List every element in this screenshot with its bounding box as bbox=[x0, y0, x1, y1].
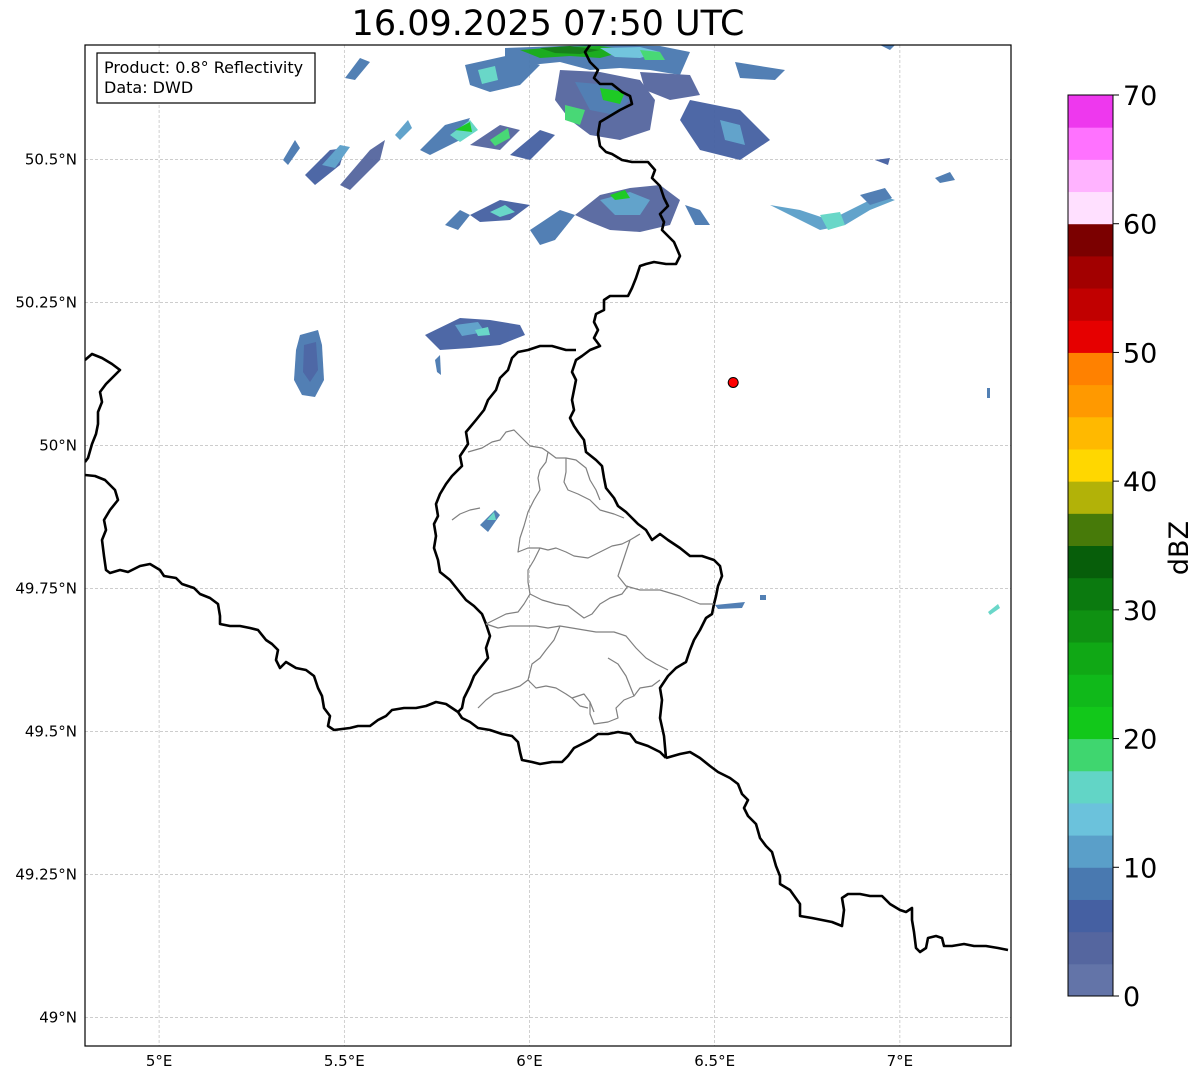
colorbar-segment bbox=[1068, 770, 1113, 804]
colorbar-tick-label: 30 bbox=[1123, 596, 1157, 627]
border-belgium-france-northwest bbox=[85, 352, 122, 463]
info-data-source: Data: DWD bbox=[104, 78, 193, 97]
colorbar-segment bbox=[1068, 320, 1113, 353]
colorbar-segment bbox=[1068, 931, 1113, 965]
echo-scattered-small bbox=[480, 388, 1000, 615]
colorbar-segment bbox=[1068, 738, 1113, 772]
border-germany-belgium-luxembourg-west bbox=[568, 45, 724, 759]
colorbar-tick-label: 60 bbox=[1123, 210, 1157, 241]
colorbar-segment bbox=[1068, 384, 1113, 418]
location-marker bbox=[727, 376, 739, 388]
colorbar-title: dBZ bbox=[1164, 521, 1195, 575]
lon-tick-label: 6°E bbox=[516, 1052, 543, 1070]
colorbar-tick-label: 10 bbox=[1123, 853, 1157, 884]
info-product: Product: 0.8° Reflectivity bbox=[104, 58, 303, 77]
latitude-tick-labels: 50.5°N 50.25°N 50°N 49.75°N 49.5°N 49.25°N 49°… bbox=[15, 150, 77, 1026]
lon-tick-label: 6.5°E bbox=[694, 1052, 735, 1070]
colorbar-segment bbox=[1068, 674, 1113, 707]
lon-tick-label: 5.5°E bbox=[324, 1052, 365, 1070]
colorbar-tick-label: 40 bbox=[1123, 467, 1157, 498]
lat-tick-label: 50°N bbox=[39, 436, 77, 454]
colorbar-segment bbox=[1068, 802, 1113, 836]
colorbar-segment bbox=[1068, 481, 1113, 514]
colorbar-tick-label: 50 bbox=[1123, 338, 1157, 369]
colorbar-segment bbox=[1068, 223, 1113, 257]
lat-tick-label: 49°N bbox=[39, 1008, 77, 1026]
colorbar-segment bbox=[1068, 835, 1113, 868]
colorbar-tick-label: 20 bbox=[1123, 725, 1157, 756]
radar-map-figure: 5°E 5.5°E 6°E 6.5°E 7°E 50.5°N 50.25°N 50°N 49.… bbox=[15, 44, 1195, 1070]
colorbar-segment bbox=[1068, 899, 1113, 933]
border-luxembourg-france bbox=[456, 711, 667, 766]
colorbar-tick-label: 0 bbox=[1123, 982, 1140, 1013]
colorbar: 0 10 20 30 40 50 60 70 dBZ bbox=[1067, 81, 1195, 1013]
colorbar-segments bbox=[1068, 95, 1113, 997]
colorbar-segment bbox=[1068, 159, 1113, 193]
lat-tick-label: 49.5°N bbox=[25, 722, 77, 740]
colorbar-tick-label: 70 bbox=[1123, 81, 1157, 112]
colorbar-segment bbox=[1068, 513, 1113, 546]
border-belgium-france bbox=[85, 473, 459, 732]
colorbar-segment bbox=[1068, 963, 1113, 997]
colorbar-segment bbox=[1068, 127, 1113, 160]
lat-tick-label: 49.25°N bbox=[15, 865, 77, 883]
echo-cluster-north bbox=[465, 45, 785, 160]
echo-cell-west bbox=[294, 330, 324, 397]
colorbar-segment bbox=[1068, 191, 1113, 225]
lon-tick-label: 5°E bbox=[146, 1052, 173, 1070]
colorbar-tick-labels: 0 10 20 30 40 50 60 70 bbox=[1113, 81, 1157, 1013]
colorbar-segment bbox=[1068, 545, 1113, 579]
lat-tick-label: 50.25°N bbox=[15, 293, 77, 311]
colorbar-segment bbox=[1068, 95, 1113, 128]
radar-reflectivity-layer bbox=[283, 45, 1000, 615]
info-box: Product: 0.8° Reflectivity Data: DWD bbox=[96, 52, 316, 104]
colorbar-segment bbox=[1068, 255, 1113, 289]
map-area bbox=[85, 45, 1009, 954]
luxembourg-canton-borders-layer bbox=[451, 429, 714, 725]
lat-tick-label: 49.75°N bbox=[15, 579, 77, 597]
border-france-germany bbox=[665, 750, 1009, 954]
country-borders-layer bbox=[85, 45, 1009, 954]
colorbar-segment bbox=[1068, 577, 1113, 611]
colorbar-segment bbox=[1068, 867, 1113, 900]
colorbar-segment bbox=[1068, 288, 1113, 321]
colorbar-segment bbox=[1068, 448, 1113, 482]
lon-tick-label: 7°E bbox=[887, 1052, 914, 1070]
colorbar-segment bbox=[1068, 706, 1113, 740]
lat-tick-label: 50.5°N bbox=[25, 150, 77, 168]
colorbar-segment bbox=[1068, 352, 1113, 386]
colorbar-segment bbox=[1068, 642, 1113, 675]
longitude-tick-labels: 5°E 5.5°E 6°E 6.5°E 7°E bbox=[146, 1052, 913, 1070]
border-luxembourg-belgium bbox=[432, 344, 576, 713]
colorbar-segment bbox=[1068, 609, 1113, 643]
colorbar-segment bbox=[1068, 416, 1113, 450]
